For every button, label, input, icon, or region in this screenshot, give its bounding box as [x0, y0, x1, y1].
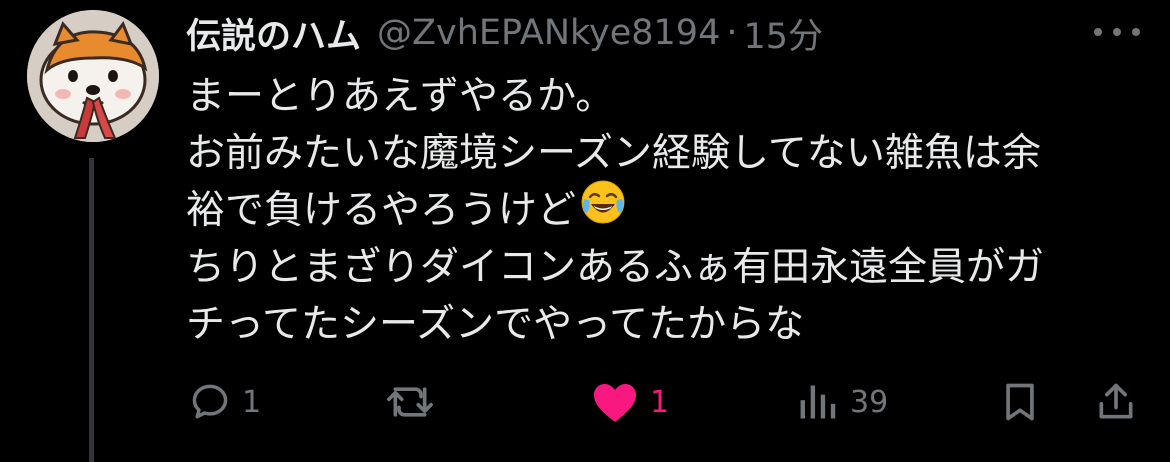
avatar-image: [27, 10, 159, 142]
reply-button[interactable]: 1: [188, 372, 261, 432]
tweet-text-line: チってたシーズンでやってたからな: [186, 302, 805, 347]
reply-icon: [192, 384, 228, 419]
tweet-text-line: まーとりあえずやるか。: [186, 74, 615, 119]
like-count: 1: [650, 384, 670, 420]
tweet-text: まーとりあえずやるか。 お前みたいな魔境シーズン経験してない雑魚は余 裕で負ける…: [186, 68, 1136, 353]
views-icon: [800, 385, 836, 419]
share-icon: [1099, 383, 1133, 419]
face-with-tears-of-joy-icon: [580, 179, 626, 241]
view-count: 39: [850, 384, 889, 420]
like-icon: [594, 384, 636, 422]
retweet-button[interactable]: [386, 372, 434, 432]
like-button[interactable]: 1: [590, 372, 669, 432]
avatar[interactable]: [27, 10, 159, 142]
reply-count: 1: [242, 384, 262, 420]
tweet-text-line: ちりとまざりダイコンあるふぁ有田永遠全員がガ: [186, 245, 1045, 290]
more-icon[interactable]: [1094, 18, 1140, 46]
retweet-icon: [387, 387, 433, 417]
tweet: 伝説のハム @ZvhEPANkye8194 · 15分 まーとりあえずやるか。 …: [0, 0, 1170, 462]
tweet-text-line: お前みたいな魔境シーズン経験してない雑魚は余: [186, 131, 1041, 176]
tweet-text-line: 裕で負けるやろうけど: [186, 179, 1136, 241]
timestamp[interactable]: 15分: [743, 8, 823, 59]
bookmark-button[interactable]: [998, 372, 1042, 432]
share-button[interactable]: [1094, 372, 1138, 432]
action-bar: 1 1 39: [0, 372, 1170, 432]
views-button[interactable]: 39: [796, 372, 888, 432]
bookmark-icon: [1006, 383, 1034, 421]
user-handle[interactable]: @ZvhEPANkye8194: [377, 13, 720, 53]
separator: ·: [726, 13, 738, 53]
tweet-header: 伝説のハム @ZvhEPANkye8194 · 15分: [186, 8, 823, 58]
display-name[interactable]: 伝説のハム: [186, 8, 361, 59]
tweet-text-span: 裕で負けるやろうけど: [186, 188, 577, 233]
